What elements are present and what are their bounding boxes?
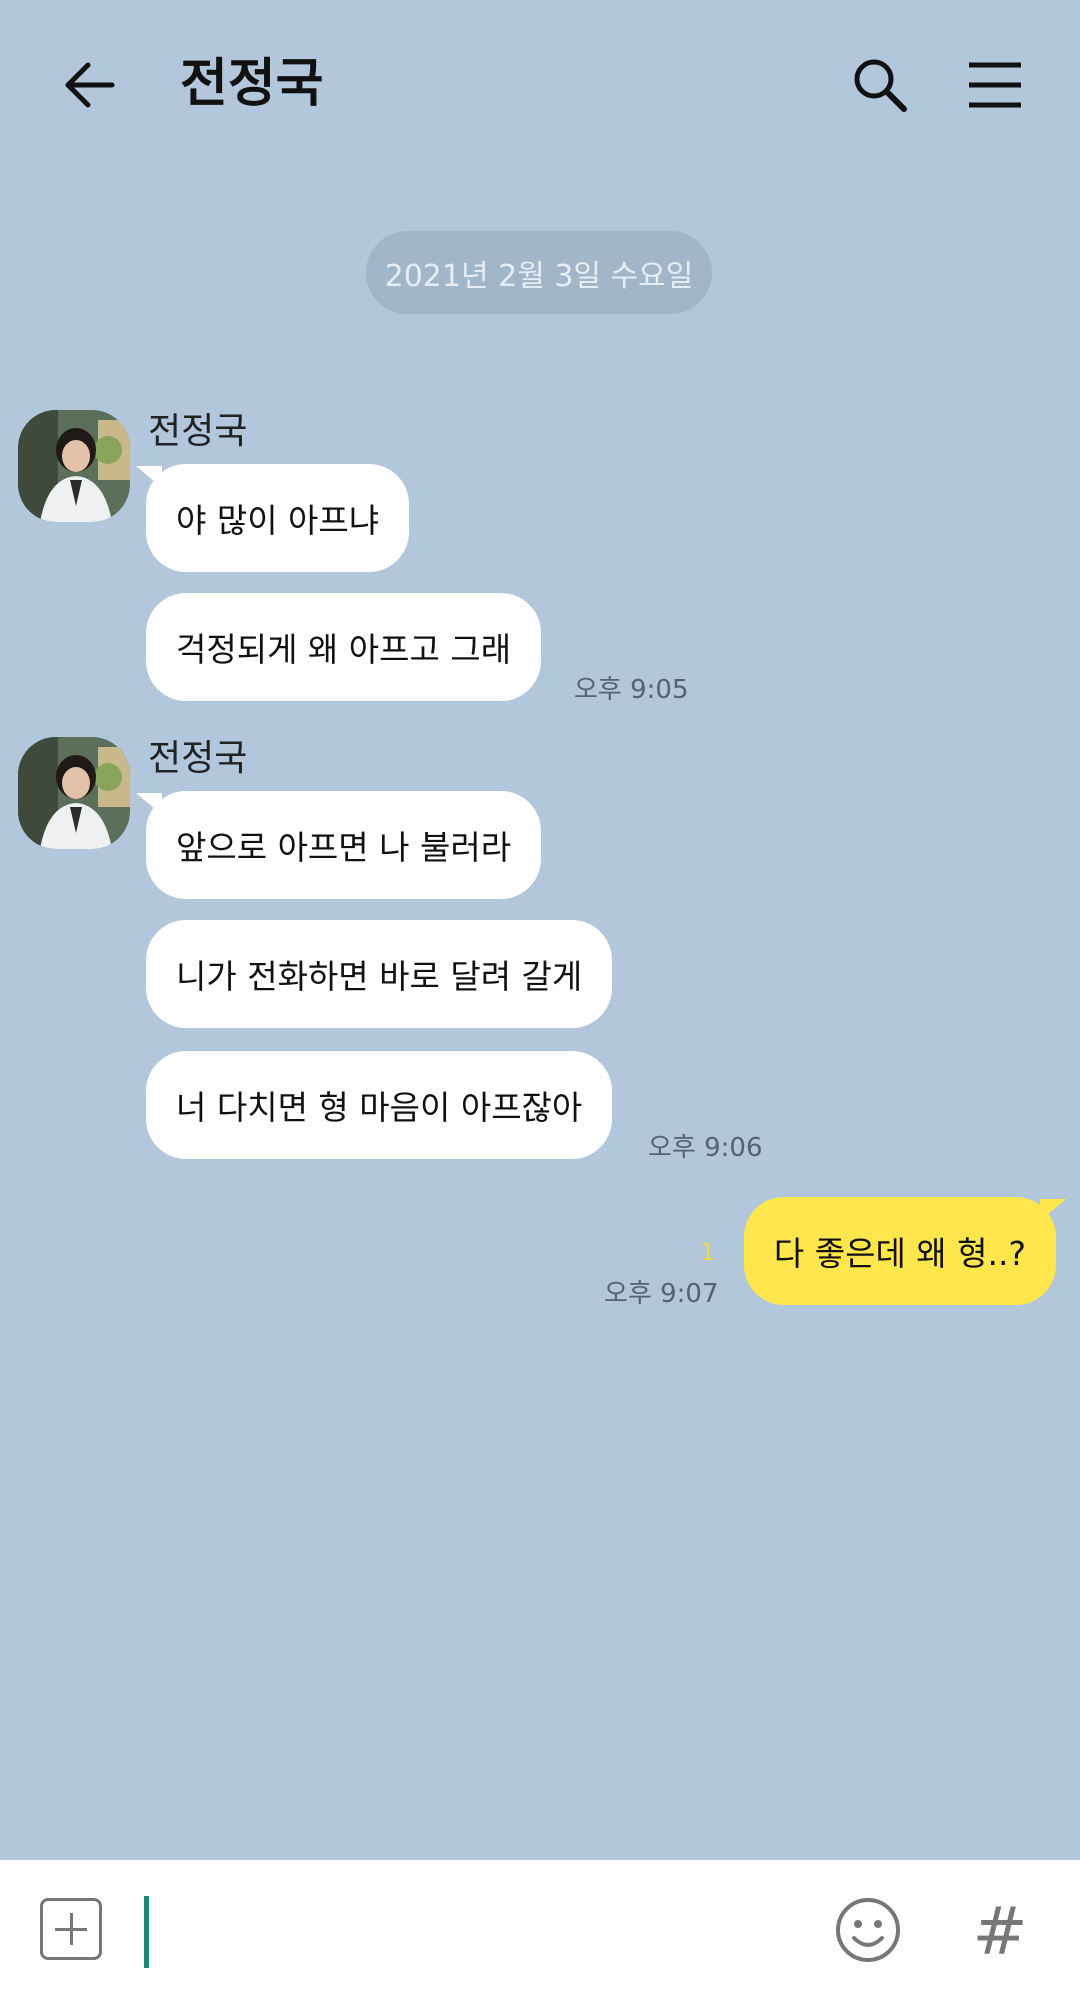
chat-header: 전정국 bbox=[0, 0, 1080, 170]
message-time: 오후 9:07 bbox=[604, 1279, 719, 1309]
hash-button[interactable]: # bbox=[965, 1886, 1035, 1976]
search-icon bbox=[854, 59, 907, 112]
profile-photo bbox=[18, 737, 130, 849]
message-time: 오후 9:06 bbox=[648, 1133, 763, 1163]
unread-count: 1 bbox=[700, 1238, 716, 1266]
chat-screen: 전정국 2021년 2월 3일 수요일 전정국 야 많이 아프냐 걱정되게 왜 … bbox=[0, 0, 1080, 2004]
message-bubble[interactable]: 야 많이 아프냐 bbox=[135, 464, 410, 572]
sender-name: 전정국 bbox=[148, 411, 248, 452]
message-bubble[interactable]: 걱정되게 왜 아프고 그래 bbox=[146, 593, 542, 701]
arrow-left-icon bbox=[65, 62, 115, 108]
smiley-icon bbox=[836, 1898, 900, 1962]
emoji-button[interactable] bbox=[832, 1894, 904, 1966]
message-input[interactable] bbox=[160, 1890, 804, 1976]
profile-photo bbox=[18, 410, 130, 522]
my-message-bubble[interactable]: 다 좋은데 왜 형..? bbox=[743, 1197, 1067, 1305]
message-time: 오후 9:05 bbox=[574, 675, 689, 705]
message-bubble[interactable]: 앞으로 아프면 나 불러라 bbox=[135, 791, 542, 899]
plus-icon[interactable] bbox=[40, 1898, 102, 1960]
message-bubble[interactable]: 니가 전화하면 바로 달려 갈게 bbox=[146, 920, 613, 1028]
avatar[interactable] bbox=[18, 410, 130, 522]
text-cursor bbox=[144, 1896, 149, 1968]
menu-button[interactable] bbox=[955, 45, 1035, 125]
hamburger-menu-icon bbox=[969, 62, 1021, 108]
sender-name: 전정국 bbox=[148, 738, 248, 779]
avatar[interactable] bbox=[18, 737, 130, 849]
search-button[interactable] bbox=[840, 45, 920, 125]
chat-title: 전정국 bbox=[180, 54, 324, 114]
message-input-bar: # bbox=[0, 1860, 1080, 2004]
date-divider: 2021년 2월 3일 수요일 bbox=[366, 231, 712, 314]
back-button[interactable] bbox=[50, 45, 130, 125]
message-bubble[interactable]: 너 다치면 형 마음이 아프잖아 bbox=[146, 1051, 613, 1159]
